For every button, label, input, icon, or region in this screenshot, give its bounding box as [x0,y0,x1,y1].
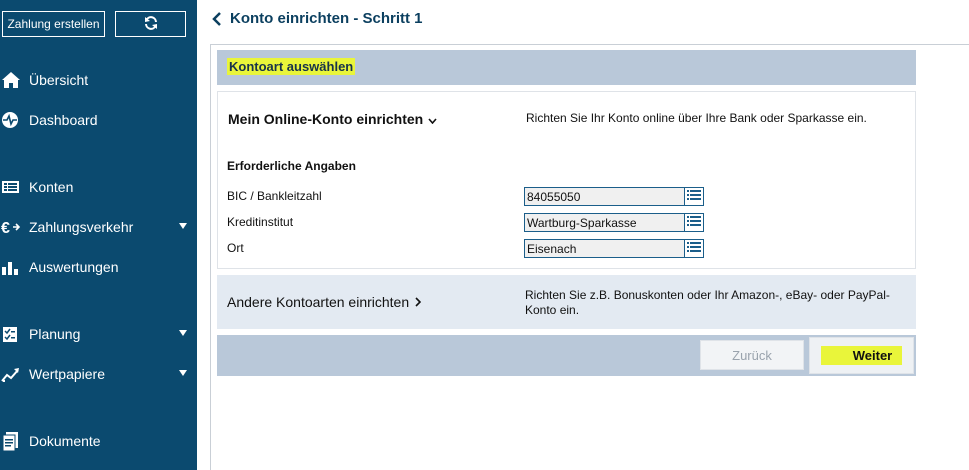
sidebar-item-label: Planung [29,326,81,342]
header-divider [210,44,969,45]
svg-text:€: € [1,220,10,236]
sidebar-item-label: Dokumente [29,433,101,449]
sidebar-item-zahlungsverkehr[interactable]: € Zahlungsverkehr [0,213,197,241]
bar-chart-icon [0,257,29,277]
other-accounts-toggle[interactable]: Andere Kontoarten einrichten [227,294,422,310]
refresh-icon [143,15,159,34]
sidebar-item-uebersicht[interactable]: Übersicht [0,66,197,94]
sidebar-item-dokumente[interactable]: Dokumente [0,427,197,455]
sidebar-item-wertpapiere[interactable]: Wertpapiere [0,360,197,388]
sidebar-item-konten[interactable]: Konten [0,173,197,201]
institute-list-button[interactable] [684,214,703,231]
sidebar-item-auswertungen[interactable]: Auswertungen [0,253,197,281]
chevron-left-icon[interactable] [210,11,224,27]
chevron-down-icon [179,223,187,229]
bic-field [524,187,704,206]
next-button-label: Weiter [820,346,903,365]
create-payment-button[interactable]: Zahlung erstellen [2,11,105,37]
refresh-button[interactable] [115,11,186,37]
wizard-footer: Zurück Weiter [217,335,916,376]
section-title: Kontoart auswählen [227,58,356,75]
chevron-down-icon [428,111,437,127]
online-account-panel: Mein Online-Konto einrichten Richten Sie… [217,91,916,269]
sidebar-item-label: Übersicht [29,72,89,88]
city-label: Ort [227,241,244,255]
other-accounts-description: Richten Sie z.B. Bonuskonten oder Ihr Am… [525,288,890,317]
sidebar-item-label: Zahlungsverkehr [29,219,134,235]
sidebar-item-label: Auswertungen [29,259,119,275]
bic-list-button[interactable] [684,188,703,205]
bic-label: BIC / Bankleitzahl [227,189,322,203]
required-fields-title: Erforderliche Angaben [227,159,356,173]
list-icon [687,189,701,204]
city-list-button[interactable] [684,240,703,257]
sidebar-item-label: Konten [29,179,74,195]
sidebar-item-dashboard[interactable]: Dashboard [0,106,197,134]
institute-field [524,213,704,232]
institute-input[interactable] [525,214,684,231]
list-icon [687,241,701,256]
online-account-toggle[interactable]: Mein Online-Konto einrichten [228,111,437,127]
page-header: Konto einrichten - Schritt 1 [210,10,423,27]
online-account-title: Mein Online-Konto einrichten [228,111,424,127]
euro-transfer-icon: € [0,217,29,237]
home-icon [0,70,29,90]
section-header: Kontoart auswählen [217,50,916,85]
pulse-icon [0,110,29,130]
content-divider [210,44,211,470]
chevron-down-icon [179,370,187,376]
other-accounts-panel[interactable]: Andere Kontoarten einrichten Richten Sie… [217,275,916,329]
next-button[interactable]: Weiter [809,337,914,374]
chevron-right-icon [415,294,422,310]
chevron-down-icon [179,330,187,336]
back-button[interactable]: Zurück [700,340,804,370]
bic-input[interactable] [525,188,684,205]
sidebar-item-planung[interactable]: Planung [0,320,197,348]
planning-icon [0,324,29,344]
page-title: Konto einrichten - Schritt 1 [230,10,423,27]
institute-label: Kreditinstitut [227,215,294,229]
list-icon [687,215,701,230]
sidebar: Zahlung erstellen Übersicht Dashboard Ko… [0,0,197,470]
sidebar-item-label: Dashboard [29,112,98,128]
documents-icon [0,431,29,451]
sidebar-item-label: Wertpapiere [29,366,106,382]
list-icon [0,177,29,197]
other-accounts-title: Andere Kontoarten einrichten [227,294,410,310]
online-account-description: Richten Sie Ihr Konto online über Ihre B… [526,111,867,125]
city-input[interactable] [525,240,684,257]
city-field [524,239,704,258]
trend-chart-icon [0,364,29,384]
